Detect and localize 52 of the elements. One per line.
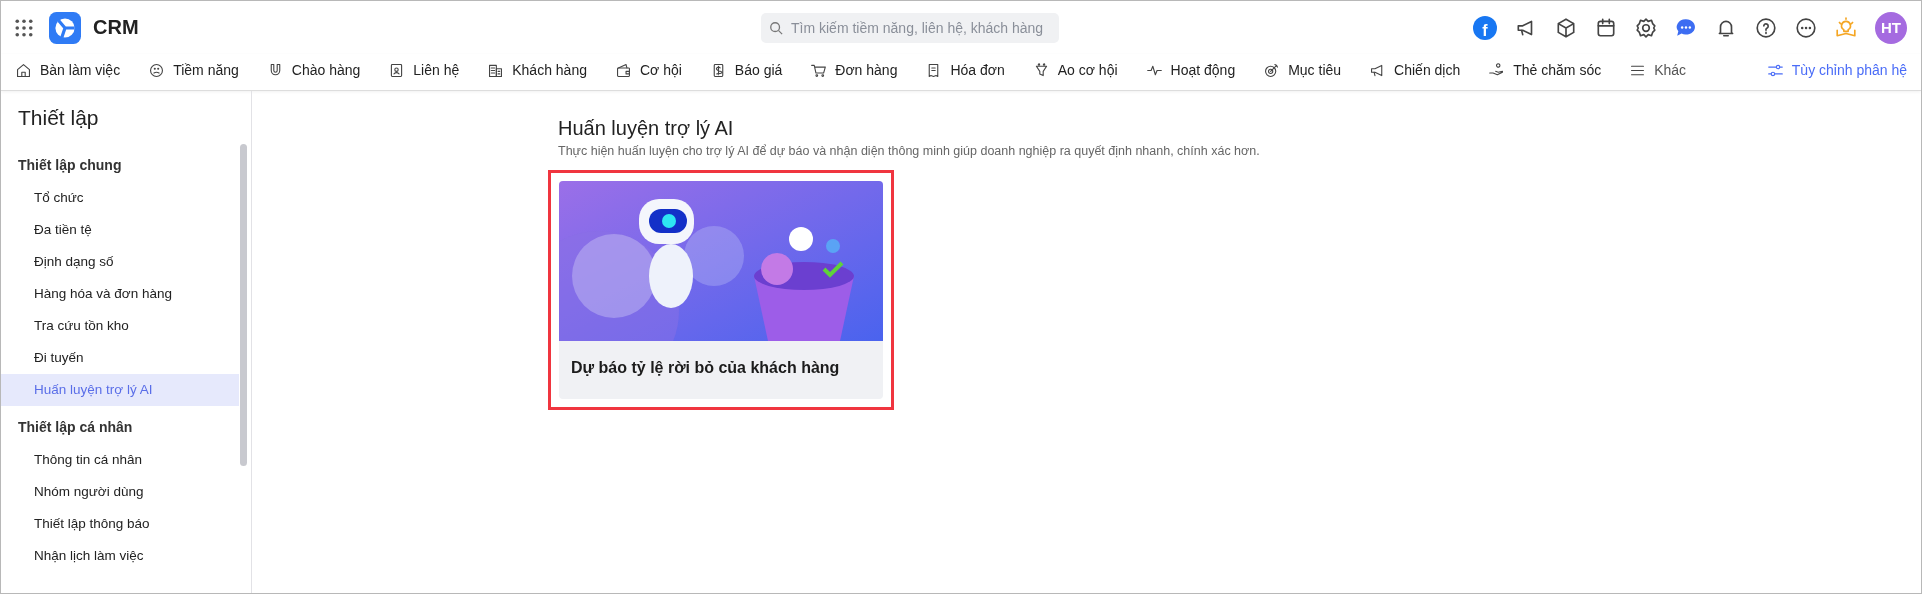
nav-tab[interactable]: Ao cơ hội: [1032, 61, 1118, 79]
search-field[interactable]: Tìm kiếm tiềm năng, liên hệ, khách hàng: [761, 13, 1059, 43]
nav-tab[interactable]: Báo giá: [709, 61, 783, 79]
nav-tab[interactable]: Bàn làm việc: [15, 61, 121, 79]
sidebar-item[interactable]: Đi tuyến: [1, 342, 239, 374]
sidebar-item[interactable]: Huấn luyện trợ lý AI: [1, 374, 239, 406]
nav-tab[interactable]: Hoạt động: [1145, 61, 1236, 79]
search-icon: [769, 21, 783, 35]
crm-logo-icon: [49, 11, 81, 44]
nav-tab[interactable]: Thẻ chăm sóc: [1488, 61, 1602, 79]
sidebar-item[interactable]: Nhận lịch làm việc: [1, 540, 239, 572]
sidebar-item[interactable]: Thiết lập thông báo: [1, 508, 239, 540]
house-icon: [15, 61, 32, 79]
group-heading: Thiết lập cá nhân: [17, 418, 134, 437]
chat-icon[interactable]: [1675, 16, 1697, 39]
customize-link[interactable]: Tùy chỉnh phân hệ: [1766, 61, 1907, 79]
nav-tab[interactable]: Đơn hàng: [810, 61, 898, 79]
nav-tab[interactable]: Tiềm năng: [148, 61, 239, 79]
cube-icon[interactable]: [1555, 16, 1577, 39]
settings-icon[interactable]: [1635, 16, 1657, 39]
card-title: Dự báo tỷ lệ rời bỏ của khách hàng: [570, 358, 841, 378]
help-icon[interactable]: [1755, 16, 1777, 39]
more-icon[interactable]: [1795, 16, 1817, 39]
nav-tab[interactable]: Chào hàng: [266, 61, 361, 79]
sidebar-title: Thiết lập: [17, 105, 100, 131]
more-menu[interactable]: Khác: [1629, 61, 1687, 79]
card[interactable]: Dự báo tỷ lệ rời bỏ của khách hàng: [559, 181, 883, 399]
sidebar-item[interactable]: Tổ chức: [1, 182, 239, 214]
sidebar-item[interactable]: Tra cứu tồn kho: [1, 310, 239, 342]
user-avatar[interactable]: HT: [1875, 11, 1907, 44]
target-icon: [1263, 61, 1281, 79]
sidebar-item[interactable]: Hàng hóa và đơn hàng: [1, 278, 239, 310]
facebook-button[interactable]: f: [1473, 15, 1497, 40]
page-description: Thực hiện huấn luyện cho trợ lý AI để dự báo và nhận diện thông minh giúp doanh nghiệp ra quyết định nhanh, chính xác hơn.: [558, 144, 1261, 158]
nav-tab[interactable]: Liên hệ: [388, 61, 460, 79]
nav-tab[interactable]: Hóa đơn: [925, 61, 1005, 79]
wallet-icon: [614, 61, 632, 79]
app-name: CRM: [93, 16, 139, 39]
scrollbar[interactable]: [240, 144, 247, 466]
nav-tab[interactable]: Khách hàng: [487, 61, 587, 79]
group-heading: Thiết lập chung: [17, 156, 123, 175]
nav-tab[interactable]: Chiến dịch: [1369, 61, 1461, 79]
sidebar-item[interactable]: Đa tiền tệ: [1, 214, 239, 246]
sidebar-item[interactable]: Định dạng số: [1, 246, 239, 278]
sidebar-item[interactable]: Thông tin cá nhân: [1, 444, 239, 476]
sidebar-item[interactable]: Nhóm người dùng: [1, 476, 239, 508]
calendar-icon[interactable]: [1595, 16, 1617, 39]
page-title: Huấn luyện trợ lý AI: [558, 117, 735, 140]
nav-tab[interactable]: Cơ hội: [614, 61, 682, 79]
face-icon: [148, 61, 166, 79]
nav-tab[interactable]: Mục tiêu: [1263, 61, 1342, 79]
app-grid-icon[interactable]: [15, 18, 33, 37]
